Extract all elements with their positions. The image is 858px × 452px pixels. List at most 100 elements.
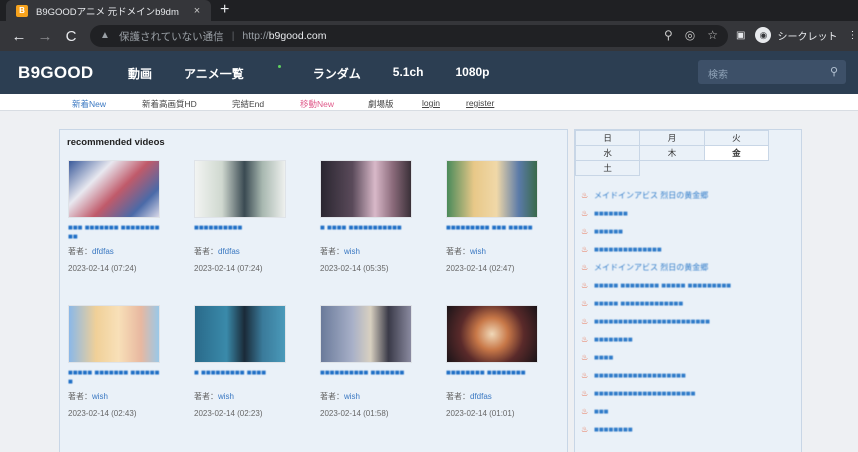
video-thumbnail[interactable] [68, 305, 160, 363]
eye-slash-icon[interactable]: ◎ [685, 28, 695, 42]
day-fri[interactable]: 金 [703, 145, 770, 161]
subnav-movie[interactable]: 劇場版 [368, 98, 394, 110]
author-label: 著者： [446, 247, 470, 256]
list-item[interactable]: ♨ メイドインアビス 烈日の黄金郷 [581, 258, 795, 276]
video-card[interactable]: ■■■■■■■■■■ ■■■■■■■ 著者：wish 2023-02-14 (0… [320, 305, 420, 418]
author-name[interactable]: wish [344, 247, 360, 256]
list-item[interactable]: ♨ ■■■■■■■■■■■■■■■■■■■■■■■■ [581, 312, 795, 330]
video-thumbnail[interactable] [446, 305, 538, 363]
author-name[interactable]: wish [344, 392, 360, 401]
nav-item-videos[interactable]: 動画 [128, 65, 152, 82]
author-label: 著者： [194, 392, 218, 401]
nav-item-51ch[interactable]: 5.1ch [393, 65, 424, 82]
video-card[interactable]: ■■■■■■■■ ■■■■■■■■ 著者：dfdfas 2023-02-14 (… [446, 305, 546, 418]
new-tab-icon[interactable]: + [220, 0, 229, 21]
register-link[interactable]: register [466, 98, 494, 108]
login-link[interactable]: login [422, 98, 440, 108]
subnav-new[interactable]: 新着New [72, 98, 106, 110]
video-card[interactable]: ■ ■■■■ ■■■■■■■■■■■ 著者：wish 2023-02-14 (0… [320, 160, 420, 273]
forward-arrow-icon[interactable]: → [32, 28, 58, 45]
list-item[interactable]: ♨ ■■■■■■■ [581, 204, 795, 222]
video-card[interactable]: ■ ■■■■■■■■■ ■■■■ 著者：wish 2023-02-14 (02:… [194, 305, 294, 418]
menu-icon[interactable]: ⋮ [847, 30, 857, 41]
video-card[interactable]: ■■■■■ ■■■■■■■ ■■■■■■■ 著者：wish 2023-02-14… [68, 305, 168, 418]
video-title[interactable]: ■ ■■■■ ■■■■■■■■■■■ [320, 223, 416, 241]
nav-item-anime-list[interactable]: アニメ一覧 [184, 65, 281, 82]
day-sat[interactable]: 土 [574, 160, 641, 176]
subnav-moved[interactable]: 移動New [300, 98, 334, 110]
video-title[interactable]: ■■■■■ ■■■■■■■ ■■■■■■■ [68, 368, 164, 386]
list-item[interactable]: ♨ ■■■■■ ■■■■■■■■■■■■■ [581, 294, 795, 312]
author-name[interactable]: wish [92, 392, 108, 401]
list-item[interactable]: ♨ ■■■ [581, 402, 795, 420]
video-title[interactable]: ■■■■■■■■■■ ■■■■■■■ [320, 368, 416, 386]
author-name[interactable]: dfdfas [470, 392, 492, 401]
weekday-calendar: 日 月 火 水 木 金 土 [574, 130, 770, 176]
author-name[interactable]: wish [470, 247, 486, 256]
video-author: 著者：wish [446, 246, 546, 257]
author-name[interactable]: dfdfas [218, 247, 240, 256]
day-thu[interactable]: 木 [639, 145, 705, 161]
day-tue[interactable]: 火 [703, 130, 770, 146]
warning-triangle-icon[interactable]: ▲ [100, 30, 113, 42]
nav-item-1080p[interactable]: 1080p [455, 65, 489, 82]
back-arrow-icon[interactable]: ← [6, 28, 32, 45]
day-wed[interactable]: 水 [574, 145, 641, 161]
list-item[interactable]: ♨ ■■■■■■■■ [581, 330, 795, 348]
video-thumbnail[interactable] [446, 160, 538, 218]
fire-icon: ♨ [581, 244, 589, 254]
video-title[interactable]: ■■■ ■■■■■■■ ■■■■■■■■■■ [68, 223, 164, 241]
fire-icon: ♨ [581, 352, 589, 362]
search-icon[interactable]: ⚲ [830, 65, 838, 78]
day-sun[interactable]: 日 [574, 130, 641, 146]
video-date: 2023-02-14 (01:58) [320, 409, 389, 418]
incognito-label: シークレット [777, 31, 838, 43]
video-card[interactable]: ■■■ ■■■■■■■ ■■■■■■■■■■ 著者：dfdfas 2023-02… [68, 160, 168, 273]
incognito-badge[interactable]: ◉ シークレット [755, 27, 837, 43]
fire-icon: ♨ [581, 334, 589, 344]
nav-item-random[interactable]: ランダム [313, 65, 361, 82]
bookmark-star-icon[interactable]: ☆ [707, 28, 718, 42]
video-thumbnail[interactable] [194, 160, 286, 218]
video-thumbnail[interactable] [320, 160, 412, 218]
side-panel-icon[interactable]: ▣ [736, 30, 745, 41]
author-name[interactable]: dfdfas [92, 247, 114, 256]
video-card[interactable]: ■■■■■■■■■ ■■■ ■■■■■ 著者：wish 2023-02-14 (… [446, 160, 546, 273]
fire-icon: ♨ [581, 226, 589, 236]
list-item[interactable]: ♨ ■■■■■■■■■■■■■■■■■■■■■ [581, 384, 795, 402]
day-mon[interactable]: 月 [639, 130, 705, 146]
fire-icon: ♨ [581, 388, 589, 398]
site-logo[interactable]: B9GOOD [18, 63, 93, 83]
list-item[interactable]: ♨ メイドインアビス 烈日の黄金郷 [581, 186, 795, 204]
video-date: 2023-02-14 (02:47) [446, 264, 515, 273]
toolbar-right: ▣ ◉ シークレット ⋮ [736, 27, 857, 43]
video-title[interactable]: ■■■■■■■■ ■■■■■■■■ [446, 368, 542, 386]
browser-tab[interactable]: B B9GOODアニメ 元ドメインb9dm × [6, 0, 211, 21]
video-title[interactable]: ■ ■■■■■■■■■ ■■■■ [194, 368, 290, 386]
reload-icon[interactable]: C [58, 28, 84, 45]
list-item[interactable]: ♨ ■■■■■■ [581, 222, 795, 240]
video-card[interactable]: ■■■■■■■■■■ 著者：dfdfas 2023-02-14 (07:24) [194, 160, 294, 273]
fire-icon: ♨ [581, 280, 589, 290]
list-item[interactable]: ♨ ■■■■■■■■ [581, 420, 795, 438]
search-input[interactable]: 検索 ⚲ [698, 60, 846, 84]
video-thumbnail[interactable] [68, 160, 160, 218]
subnav-complete[interactable]: 完結End [232, 98, 264, 110]
tab-close-icon[interactable]: × [189, 5, 205, 17]
video-thumbnail[interactable] [320, 305, 412, 363]
list-item[interactable]: ♨ ■■■■ [581, 348, 795, 366]
address-bar[interactable]: ▲ 保護されていない通信 | http://b9good.com ⚲ ◎ ☆ [90, 25, 728, 47]
video-date: 2023-02-14 (07:24) [194, 264, 263, 273]
nav-item-anime-list-label: アニメ一覧 [184, 67, 244, 81]
url-text[interactable]: http://b9good.com [242, 30, 326, 42]
video-title[interactable]: ■■■■■■■■■ ■■■ ■■■■■ [446, 223, 542, 241]
video-thumbnail[interactable] [194, 305, 286, 363]
zoom-icon[interactable]: ⚲ [664, 28, 673, 42]
list-item[interactable]: ♨ ■■■■■ ■■■■■■■■ ■■■■■ ■■■■■■■■■ [581, 276, 795, 294]
subnav-new-hd[interactable]: 新着高画質HD [142, 98, 197, 110]
list-item[interactable]: ♨ ■■■■■■■■■■■■■■ [581, 240, 795, 258]
video-title[interactable]: ■■■■■■■■■■ [194, 223, 290, 241]
author-name[interactable]: wish [218, 392, 234, 401]
list-item[interactable]: ♨ ■■■■■■■■■■■■■■■■■■■ [581, 366, 795, 384]
schedule-sidebar: 日 月 火 水 木 金 土 ♨ メイドインアビス 烈日の黄金郷 ♨ ■■■■■■■ … [574, 129, 802, 452]
